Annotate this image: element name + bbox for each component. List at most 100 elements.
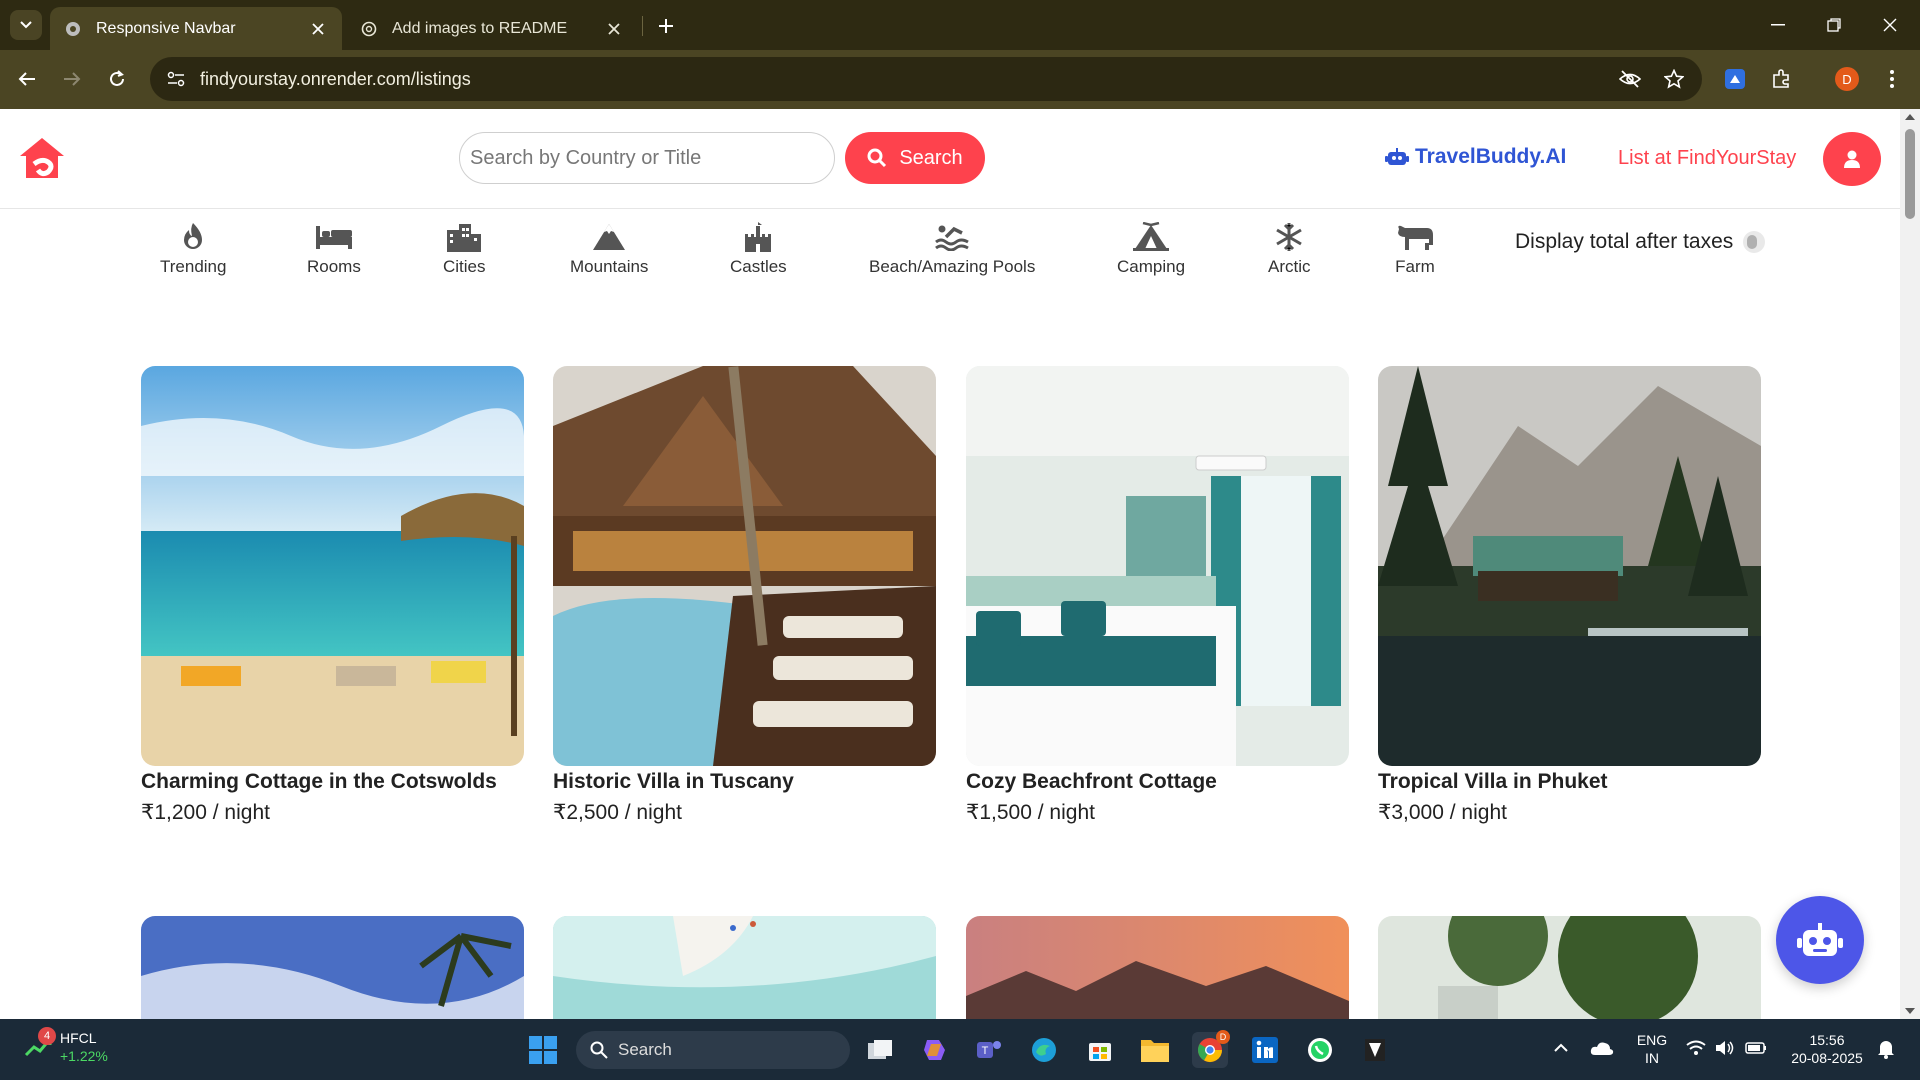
listing-image [966, 366, 1349, 766]
listing-title: Historic Villa in Tuscany [553, 770, 794, 793]
restore-button[interactable] [1820, 12, 1848, 38]
filter-label: Farm [1395, 257, 1435, 276]
filter-label: Arctic [1268, 257, 1311, 276]
scroll-thumb[interactable] [1905, 129, 1915, 219]
eye-off-icon[interactable] [1614, 63, 1646, 95]
linkedin-icon[interactable] [1247, 1032, 1283, 1068]
tax-switch[interactable] [1743, 231, 1766, 253]
puzzle-icon[interactable] [1764, 62, 1798, 96]
start-button[interactable] [525, 1032, 561, 1068]
back-button[interactable] [10, 62, 44, 96]
filter-castles[interactable]: Castles [730, 221, 787, 277]
clock-date: 20-08-2025 [1791, 1050, 1863, 1066]
filter-arctic[interactable]: Arctic [1268, 221, 1311, 277]
tab-search-button[interactable] [10, 10, 42, 40]
tax-toggle-label: Display total after taxes [1515, 230, 1734, 253]
chrome-profile-badge: D [1216, 1030, 1230, 1044]
profile-button[interactable]: D [1830, 62, 1864, 96]
teams-icon[interactable]: T [971, 1032, 1007, 1068]
scroll-down-icon[interactable] [1904, 1005, 1916, 1017]
notification-bell-icon[interactable] [1876, 1039, 1896, 1059]
listing-card[interactable]: Charming Cottage in the Cotswolds ₹1,200… [141, 366, 524, 825]
store-icon[interactable] [1082, 1032, 1118, 1068]
tab-responsive-navbar[interactable]: Responsive Navbar [50, 7, 342, 50]
extension-icon[interactable] [1718, 62, 1752, 96]
listing-card[interactable]: Cozy Beachfront Cottage ₹1,500 / night [966, 366, 1349, 825]
bed-icon [314, 221, 354, 253]
user-menu-button[interactable] [1823, 132, 1881, 186]
whatsapp-icon[interactable] [1302, 1032, 1338, 1068]
minimize-button[interactable] [1764, 12, 1792, 38]
battery-icon[interactable] [1745, 1040, 1767, 1056]
copilot-icon[interactable] [917, 1032, 953, 1068]
scroll-up-icon[interactable] [1904, 111, 1916, 123]
wifi-icon[interactable] [1686, 1040, 1706, 1056]
file-explorer-icon[interactable] [1137, 1032, 1173, 1068]
reload-button[interactable] [100, 62, 134, 96]
filter-trending[interactable]: Trending [160, 221, 226, 277]
address-bar[interactable]: findyourstay.onrender.com/listings [150, 57, 1702, 101]
filter-label: Camping [1117, 257, 1186, 276]
listing-card[interactable]: Tropical Villa in Phuket ₹3,000 / night [1378, 366, 1761, 825]
filter-farm[interactable]: Farm [1395, 221, 1435, 277]
svg-text:T: T [982, 1045, 989, 1057]
listing-card[interactable] [141, 916, 524, 1019]
web-page: Search TravelBuddy.AI List at FindYourSt… [0, 109, 1900, 1019]
taskbar-search[interactable]: Search [576, 1031, 850, 1069]
tent-icon [1131, 221, 1171, 253]
volume-icon[interactable] [1715, 1040, 1735, 1056]
language-indicator[interactable]: ENG IN [1634, 1031, 1670, 1067]
list-at-findyourstay-link[interactable]: List at FindYourStay [1618, 147, 1796, 170]
tab-add-images[interactable]: Add images to README [346, 7, 638, 50]
listing-price: ₹1,200 / night [141, 801, 270, 824]
listing-image [141, 366, 524, 766]
listing-image [1378, 366, 1761, 766]
site-settings-icon[interactable] [154, 57, 198, 101]
filter-label: Beach/Amazing Pools [869, 257, 1036, 276]
home-logo-icon[interactable] [18, 134, 66, 182]
site-navbar: Search TravelBuddy.AI List at FindYourSt… [0, 109, 1900, 209]
task-view-icon[interactable] [862, 1032, 898, 1068]
forward-button[interactable] [55, 62, 89, 96]
notification-badge: 4 [38, 1027, 56, 1045]
browser-toolbar: findyourstay.onrender.com/listings D [0, 50, 1920, 109]
filter-cities[interactable]: Cities [443, 221, 486, 277]
url-text: findyourstay.onrender.com/listings [200, 68, 471, 89]
chrome-icon[interactable]: D [1192, 1030, 1230, 1068]
close-window-button[interactable] [1876, 12, 1904, 38]
search-input[interactable] [459, 132, 835, 184]
language-code: ENG [1636, 1032, 1668, 1048]
edge-icon[interactable] [1026, 1032, 1062, 1068]
chatbot-button[interactable] [1776, 896, 1864, 984]
page-scrollbar[interactable] [1900, 109, 1920, 1019]
listing-title: Charming Cottage in the Cotswolds [141, 770, 497, 793]
listing-image [553, 366, 936, 766]
terminal-app-icon[interactable] [1357, 1032, 1393, 1068]
filter-label: Cities [443, 257, 486, 276]
chevron-up-icon[interactable] [1553, 1042, 1569, 1054]
menu-dots-icon[interactable] [1875, 62, 1909, 96]
onedrive-cloud-icon[interactable] [1590, 1039, 1614, 1057]
new-tab-button[interactable] [652, 12, 680, 40]
search-button[interactable]: Search [845, 132, 985, 184]
filter-camping[interactable]: Camping [1117, 221, 1185, 277]
filter-rooms[interactable]: Rooms [307, 221, 361, 277]
listing-card[interactable] [966, 916, 1349, 1019]
close-icon[interactable] [308, 19, 328, 39]
listing-card[interactable]: Historic Villa in Tuscany ₹2,500 / night [553, 366, 936, 825]
filter-beach-pools[interactable]: Beach/Amazing Pools [869, 221, 1035, 277]
filter-label: Rooms [307, 257, 361, 276]
close-icon[interactable] [604, 19, 624, 39]
robot-icon [1385, 148, 1409, 165]
listing-card[interactable] [1378, 916, 1761, 1019]
openai-icon [360, 20, 378, 38]
bookmark-star-icon[interactable] [1658, 63, 1690, 95]
travelbuddy-link[interactable]: TravelBuddy.AI [1385, 145, 1566, 169]
stock-widget[interactable]: 4 HFCL +1.22% [24, 1027, 108, 1065]
filter-mountains[interactable]: Mountains [570, 221, 648, 277]
clock[interactable]: 15:56 20-08-2025 [1783, 1031, 1871, 1067]
listing-card[interactable] [553, 916, 936, 1019]
search-icon [590, 1041, 608, 1059]
switch-knob [1747, 235, 1758, 249]
tab-title: Add images to README [392, 19, 568, 37]
